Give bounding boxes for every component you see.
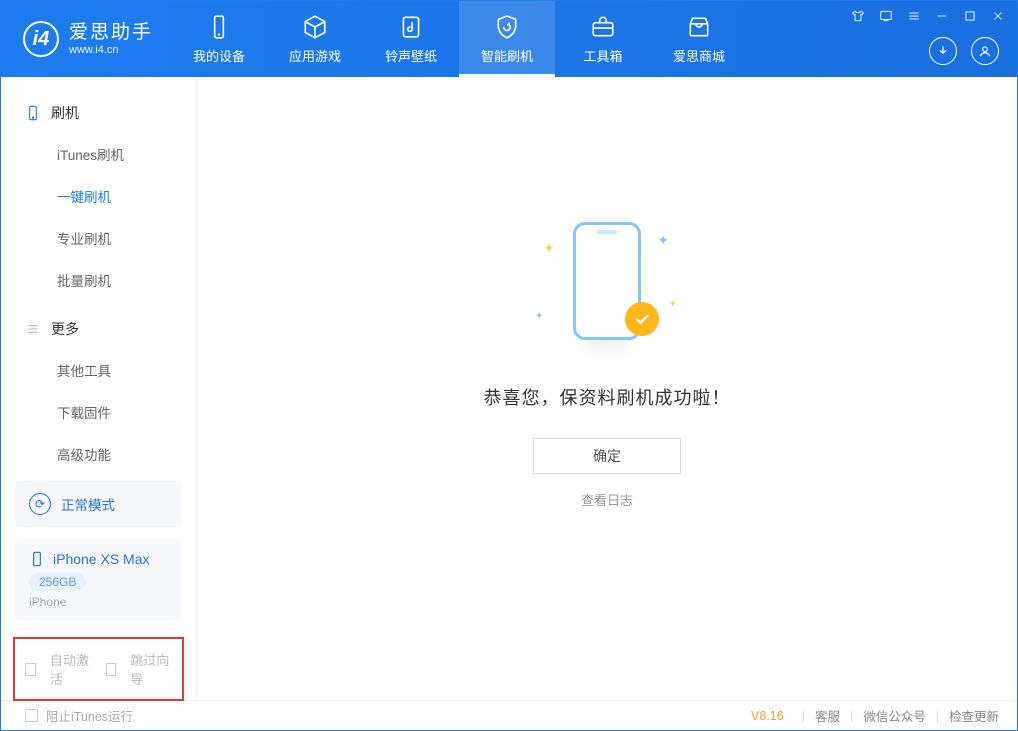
- tab-label: 我的设备: [193, 46, 245, 65]
- sidebar-group-more: 更多: [1, 309, 196, 349]
- minimize-icon[interactable]: [933, 7, 951, 25]
- logo-icon: i4: [23, 21, 59, 57]
- auto-activate-label: 自动激活: [50, 650, 92, 688]
- user-icon[interactable]: [971, 37, 999, 65]
- tshirt-icon[interactable]: [849, 7, 867, 25]
- music-file-icon: [398, 14, 424, 40]
- sidebar-item-itunes-flash[interactable]: iTunes刷机: [1, 133, 196, 175]
- block-itunes-label: 阻止iTunes运行: [46, 706, 133, 725]
- mode-label: 正常模式: [61, 494, 115, 514]
- app-logo: i4 爱思助手 www.i4.cn: [1, 21, 171, 57]
- maximize-icon[interactable]: [961, 7, 979, 25]
- window-controls: [849, 7, 1007, 25]
- app-domain: www.i4.cn: [69, 44, 153, 57]
- skip-guide-label: 跳过向导: [130, 650, 172, 688]
- device-info-box[interactable]: iPhone XS Max 256GB iPhone: [15, 539, 182, 621]
- customer-service-link[interactable]: 客服: [815, 706, 840, 725]
- sidebar-item-batch-flash[interactable]: 批量刷机: [1, 259, 196, 301]
- tab-label: 爱思商城: [673, 46, 725, 65]
- tab-label: 铃声壁纸: [385, 46, 437, 65]
- header-actions: [929, 37, 999, 65]
- toolbox-icon: [590, 14, 616, 40]
- store-icon: [686, 14, 712, 40]
- tab-ringtones[interactable]: 铃声壁纸: [363, 1, 459, 77]
- tab-my-device[interactable]: 我的设备: [171, 1, 267, 77]
- ok-button[interactable]: 确定: [533, 438, 681, 474]
- sidebar-item-other-tools[interactable]: 其他工具: [1, 349, 196, 391]
- phone-icon: [29, 551, 45, 567]
- tab-smart-flash[interactable]: 智能刷机: [459, 1, 555, 77]
- check-update-link[interactable]: 检查更新: [949, 706, 999, 725]
- success-message: 恭喜您，保资料刷机成功啦！: [197, 384, 1017, 410]
- wechat-link[interactable]: 微信公众号: [863, 706, 926, 725]
- app-name: 爱思助手: [69, 22, 153, 44]
- phone-icon: [25, 105, 41, 121]
- group-label: 更多: [51, 319, 79, 339]
- sidebar-item-advanced[interactable]: 高级功能: [1, 433, 196, 475]
- tab-label: 智能刷机: [481, 46, 533, 65]
- mode-icon: ⟳: [29, 493, 51, 515]
- shield-refresh-icon: [494, 14, 520, 40]
- tab-label: 工具箱: [584, 46, 623, 65]
- tab-label: 应用游戏: [289, 46, 341, 65]
- close-icon[interactable]: [989, 7, 1007, 25]
- device-type: iPhone: [29, 595, 168, 609]
- tab-toolbox[interactable]: 工具箱: [555, 1, 651, 77]
- menu-icon[interactable]: [905, 7, 923, 25]
- sidebar: 刷机 iTunes刷机 一键刷机 专业刷机 批量刷机 更多 其他工具 下载固件 …: [1, 77, 197, 700]
- sidebar-item-pro-flash[interactable]: 专业刷机: [1, 217, 196, 259]
- checkbox-block-itunes[interactable]: [25, 709, 38, 722]
- tab-store[interactable]: 爱思商城: [651, 1, 747, 77]
- download-icon[interactable]: [929, 37, 957, 65]
- cube-icon: [302, 14, 328, 40]
- feedback-icon[interactable]: [877, 7, 895, 25]
- checkbox-skip-guide[interactable]: [106, 663, 117, 676]
- tab-apps-games[interactable]: 应用游戏: [267, 1, 363, 77]
- device-mode-box[interactable]: ⟳ 正常模式: [15, 481, 182, 527]
- view-log-link[interactable]: 查看日志: [581, 493, 633, 508]
- device-name: iPhone XS Max: [53, 551, 150, 567]
- device-capacity: 256GB: [29, 573, 86, 591]
- sidebar-item-download-firmware[interactable]: 下载固件: [1, 391, 196, 433]
- app-header: i4 爱思助手 www.i4.cn 我的设备 应用游戏 铃声壁纸 智能刷机 工具…: [1, 1, 1017, 77]
- sidebar-item-oneclick-flash[interactable]: 一键刷机: [1, 175, 196, 217]
- checkmark-badge-icon: [625, 302, 659, 336]
- checkbox-auto-activate[interactable]: [25, 663, 36, 676]
- device-icon: [206, 14, 232, 40]
- sidebar-group-flash: 刷机: [1, 93, 196, 133]
- group-label: 刷机: [51, 103, 79, 123]
- list-icon: [25, 321, 41, 337]
- version-label: V8.16: [751, 709, 784, 723]
- flash-options-row: 自动激活 跳过向导: [13, 637, 184, 701]
- main-tabs: 我的设备 应用游戏 铃声壁纸 智能刷机 工具箱 爱思商城: [171, 1, 747, 77]
- status-bar: 阻止iTunes运行 V8.16 | 客服 | 微信公众号 | 检查更新: [1, 700, 1017, 730]
- main-panel: ✦✦✦✦ 恭喜您，保资料刷机成功啦！ 确定 查看日志: [197, 77, 1017, 700]
- success-illustration: ✦✦✦✦: [517, 218, 697, 358]
